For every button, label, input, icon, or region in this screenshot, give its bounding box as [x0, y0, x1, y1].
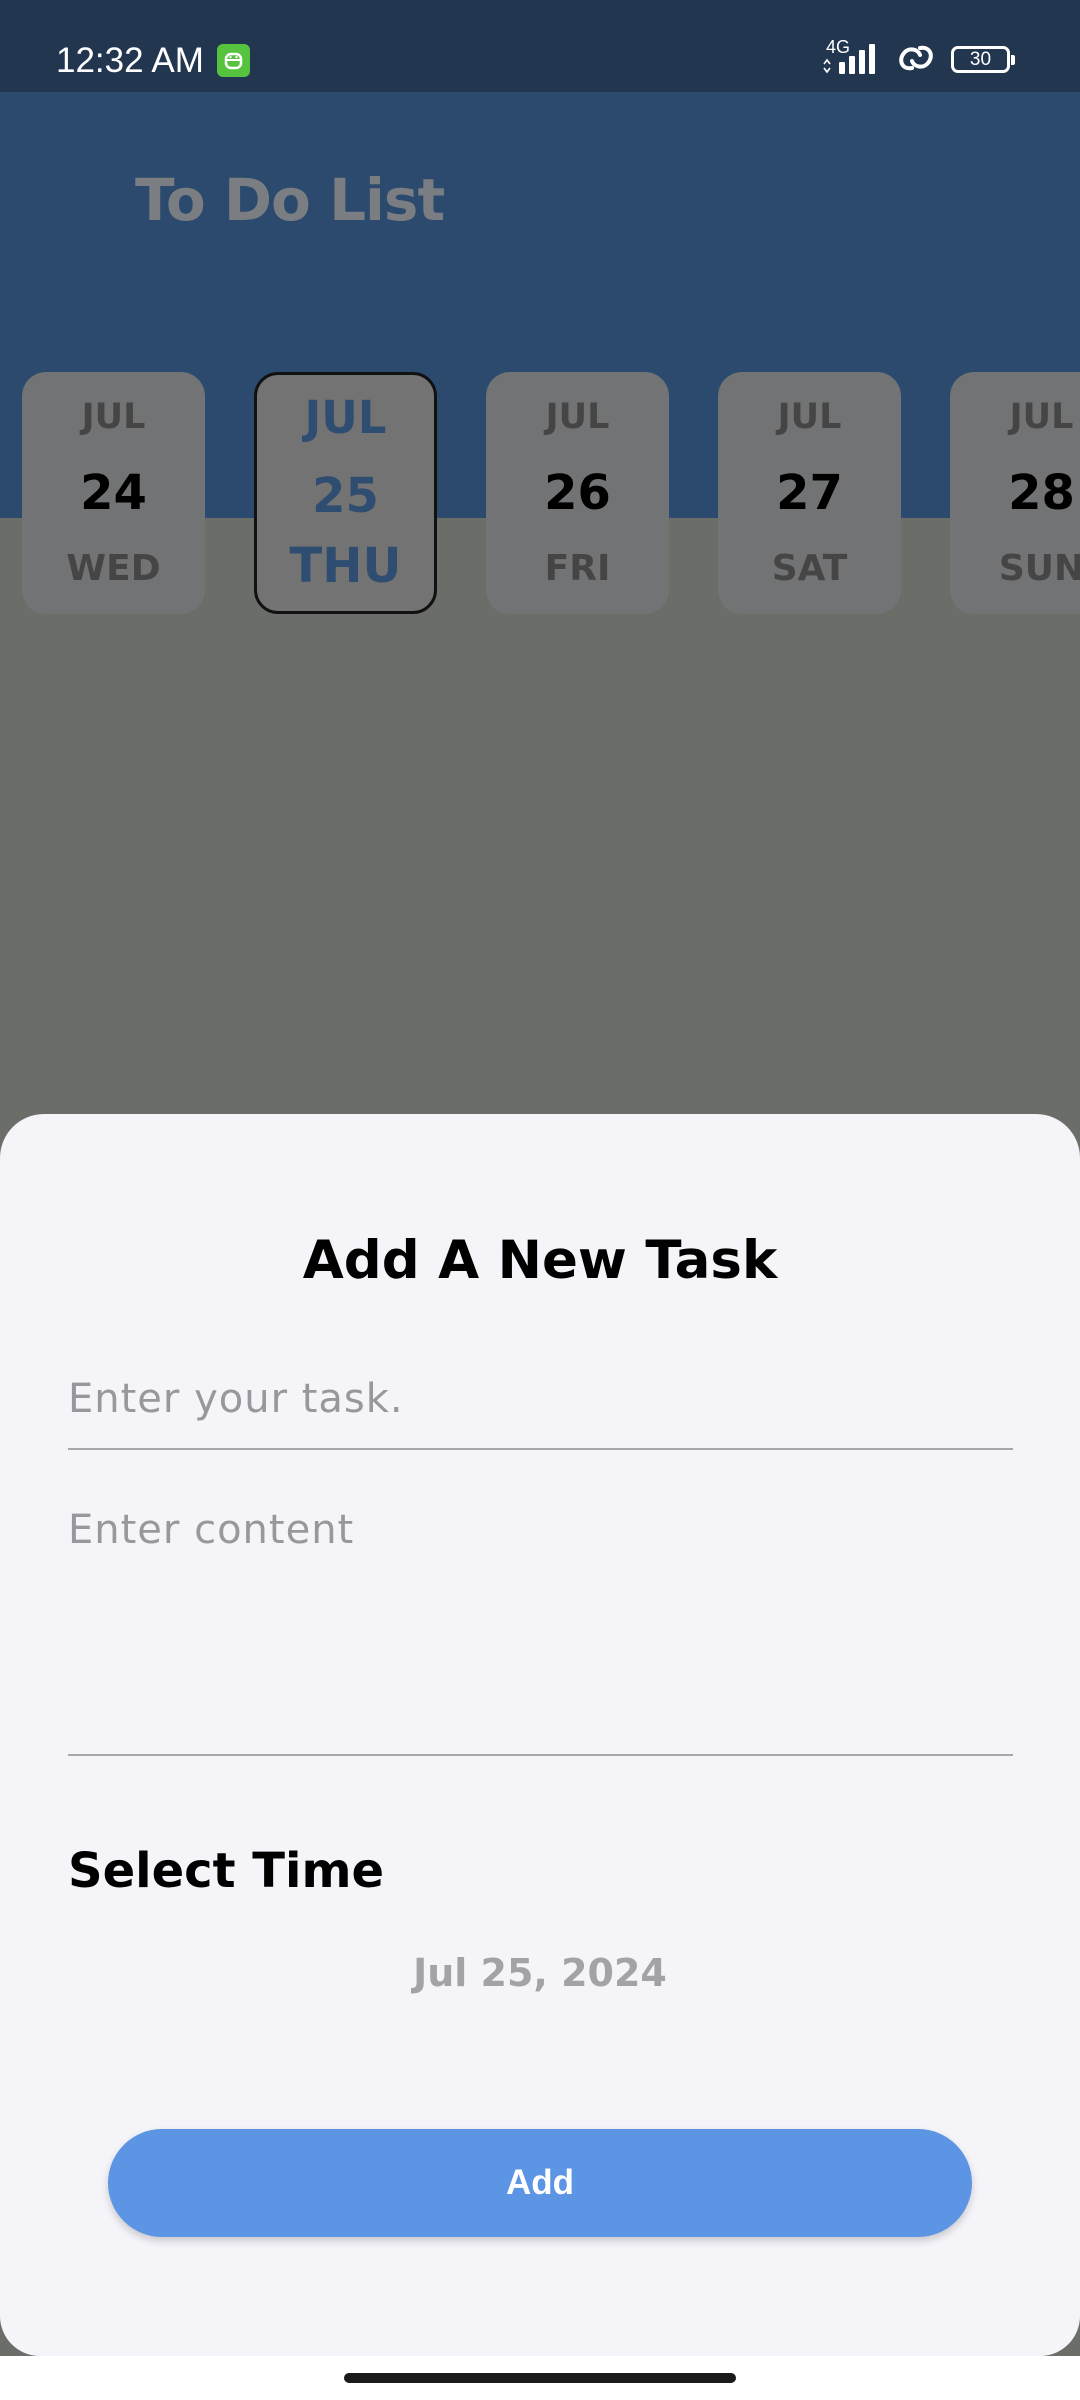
date-card-weekday: SAT — [771, 548, 848, 589]
date-card[interactable]: JUL 27 SAT — [718, 372, 901, 614]
status-bar: 12:32 AM 4G 30 — [0, 0, 1080, 92]
battery-icon: 30 — [951, 46, 1015, 73]
date-card-month: JUL — [545, 397, 610, 437]
date-card-day: 24 — [80, 465, 147, 521]
battery-level: 30 — [969, 49, 992, 70]
date-card-month: JUL — [304, 391, 387, 444]
date-card-day: 26 — [544, 465, 611, 521]
date-card-day: 25 — [312, 468, 379, 524]
date-card-month: JUL — [81, 397, 146, 437]
status-time: 12:32 AM — [56, 41, 204, 80]
task-input[interactable] — [68, 1350, 1013, 1450]
date-card[interactable]: JUL 26 FRI — [486, 372, 669, 614]
date-card[interactable]: JUL 24 WED — [22, 372, 205, 614]
selected-date[interactable]: Jul 25, 2024 — [0, 1948, 1080, 1998]
add-button[interactable]: Add — [108, 2129, 972, 2237]
app-notification-icon — [217, 44, 250, 77]
date-card-weekday: FRI — [544, 548, 611, 589]
page-title: To Do List — [135, 166, 445, 234]
hotspot-link-icon — [894, 40, 938, 80]
date-card-day: 27 — [776, 465, 843, 521]
content-input[interactable] — [68, 1498, 1013, 1756]
home-indicator[interactable] — [344, 2373, 736, 2383]
date-card-day: 28 — [1008, 465, 1075, 521]
select-time-label: Select Time — [68, 1843, 385, 1899]
date-card[interactable]: JUL 28 SUN — [950, 372, 1080, 614]
sheet-title: Add A New Task — [302, 1230, 778, 1291]
date-card-weekday: WED — [66, 548, 161, 589]
date-card-selected[interactable]: JUL 25 THU — [254, 372, 437, 614]
date-card-weekday: THU — [289, 538, 402, 594]
date-card-month: JUL — [777, 397, 842, 437]
date-card-weekday: SUN — [998, 548, 1080, 589]
date-card-month: JUL — [1009, 397, 1074, 437]
signal-icon — [820, 40, 888, 80]
